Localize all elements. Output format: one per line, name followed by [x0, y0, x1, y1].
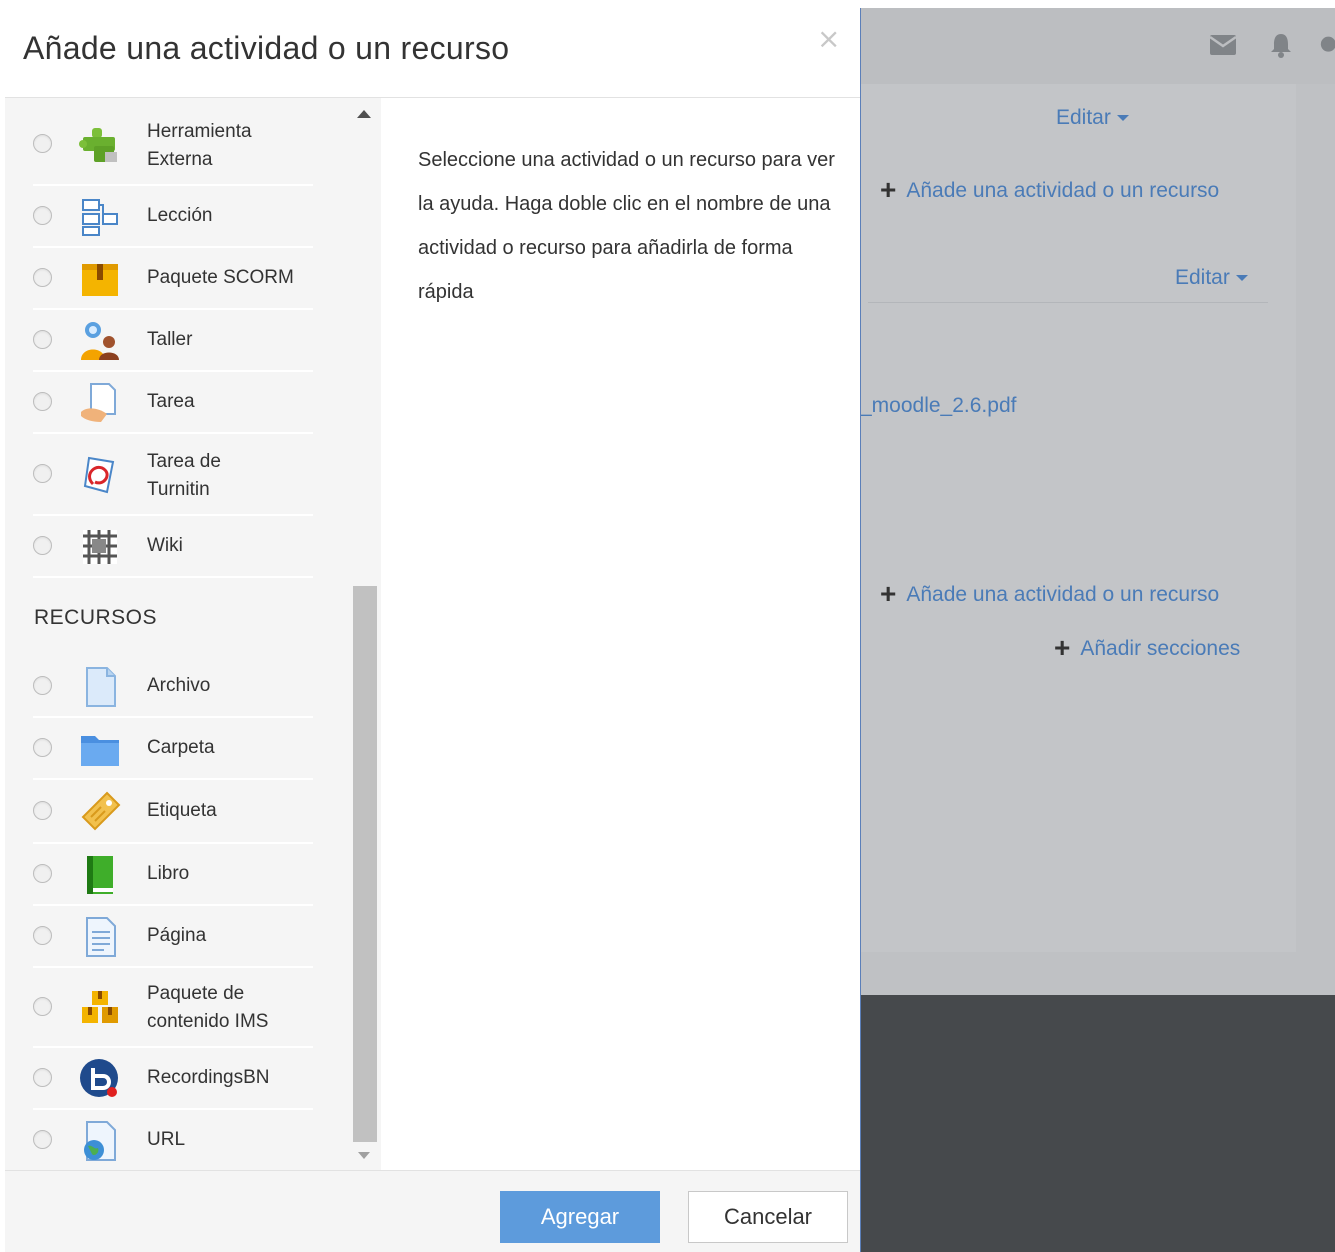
page-icon [79, 916, 121, 958]
radio-button[interactable] [33, 392, 52, 411]
bigbluebutton-icon [79, 1058, 121, 1100]
option-libro[interactable]: Libro [33, 844, 313, 906]
bell-icon[interactable] [1266, 30, 1296, 60]
wiki-icon [79, 526, 121, 568]
scorm-package-icon [79, 258, 121, 300]
close-icon[interactable]: × [817, 22, 840, 55]
option-label: Lección [147, 205, 213, 226]
option-herramienta-externa[interactable]: Herramienta Externa [33, 104, 313, 186]
file-icon [79, 666, 121, 708]
envelope-icon[interactable] [1208, 30, 1238, 60]
option-label: Paquete de contenido IMS [147, 983, 269, 1032]
dialog-title: Añade una actividad o un recurso [23, 30, 510, 66]
option-label: Libro [147, 863, 190, 884]
radio-button[interactable] [33, 801, 52, 820]
puzzle-icon [79, 124, 121, 166]
radio-button[interactable] [33, 1130, 52, 1149]
radio-button[interactable] [33, 864, 52, 883]
chat-bubble-icon[interactable] [1315, 30, 1335, 60]
option-label: Tarea de Turnitin [147, 451, 221, 500]
dialog-header: Añade una actividad o un recurso × [5, 0, 860, 98]
option-label: Paquete SCORM [147, 267, 294, 288]
book-icon [79, 854, 121, 896]
option-label: Wiki [147, 535, 183, 556]
option-paquete-contenido-ims[interactable]: Paquete de contenido IMS [33, 968, 313, 1048]
options-list[interactable]: Herramienta Externa Lección Paquete SCOR… [5, 98, 381, 1170]
lesson-icon [79, 196, 121, 238]
option-carpeta[interactable]: Carpeta [33, 718, 313, 780]
plus-icon: + [880, 578, 897, 609]
option-label: Carpeta [147, 737, 215, 758]
cancel-button[interactable]: Cancelar [688, 1191, 848, 1243]
dialog-footer: Agregar Cancelar [5, 1170, 860, 1252]
page-footer [860, 995, 1335, 1252]
folder-icon [79, 728, 121, 770]
background-page: Editar + Añade una actividad o un recurso… [860, 8, 1335, 1252]
radio-button[interactable] [33, 464, 52, 483]
scroll-down-arrow-icon[interactable] [358, 1152, 370, 1159]
workshop-icon [79, 320, 121, 362]
radio-button[interactable] [33, 1068, 52, 1087]
option-label: URL [147, 1129, 186, 1150]
help-text: Seleccione una actividad o un recurso pa… [418, 149, 835, 303]
radio-button[interactable] [33, 268, 52, 287]
ims-package-icon [79, 987, 121, 1029]
option-paquete-scorm[interactable]: Paquete SCORM [33, 248, 313, 310]
assignment-icon [79, 382, 121, 424]
pdf-file-link[interactable]: _moodle_2.6.pdf [860, 394, 1016, 418]
option-label: Etiqueta [147, 800, 217, 821]
option-tarea[interactable]: Tarea [33, 372, 313, 434]
caret-down-icon [1116, 115, 1129, 122]
option-taller[interactable]: Taller [33, 310, 313, 372]
radio-button[interactable] [33, 330, 52, 349]
radio-button[interactable] [33, 926, 52, 945]
radio-button[interactable] [33, 997, 52, 1016]
option-recordingsbn[interactable]: RecordingsBN [33, 1048, 313, 1110]
scroll-up-arrow-icon[interactable] [357, 110, 371, 118]
url-globe-icon [79, 1120, 121, 1162]
option-url[interactable]: URL [33, 1110, 313, 1170]
label-tag-icon [79, 791, 121, 833]
option-wiki[interactable]: Wiki [33, 516, 313, 578]
edit-menu-2[interactable]: Editar [1175, 266, 1248, 290]
help-panel: Seleccione una actividad o un recurso pa… [381, 98, 860, 1170]
option-label: Herramienta Externa [147, 121, 252, 170]
option-label: Tarea [147, 391, 195, 412]
option-pagina[interactable]: Página [33, 906, 313, 968]
option-etiqueta[interactable]: Etiqueta [33, 780, 313, 844]
top-navbar [860, 8, 1335, 84]
option-label: Archivo [147, 675, 211, 696]
course-content: Editar + Añade una actividad o un recurso… [860, 84, 1296, 952]
radio-button[interactable] [33, 738, 52, 757]
plus-icon: + [880, 174, 897, 205]
scrollbar-thumb[interactable] [353, 586, 377, 1142]
option-leccion[interactable]: Lección [33, 186, 313, 248]
turnitin-icon [79, 454, 121, 496]
add-sections-link[interactable]: + Añadir secciones [1054, 632, 1240, 664]
chooser-dialog: Añade una actividad o un recurso × Herra… [5, 0, 860, 1252]
radio-button[interactable] [33, 676, 52, 695]
resources-heading: RECURSOS [34, 606, 158, 629]
section-divider [868, 302, 1268, 303]
option-label: RecordingsBN [147, 1067, 270, 1088]
radio-button[interactable] [33, 134, 52, 153]
caret-down-icon [1235, 275, 1248, 282]
add-activity-link-2[interactable]: + Añade una actividad o un recurso [880, 578, 1219, 610]
radio-button[interactable] [33, 536, 52, 555]
edit-menu-1[interactable]: Editar [1056, 106, 1129, 130]
option-label: Taller [147, 329, 193, 350]
add-button[interactable]: Agregar [500, 1191, 660, 1243]
option-label: Página [147, 925, 207, 946]
plus-icon: + [1054, 632, 1071, 663]
option-archivo[interactable]: Archivo [33, 656, 313, 718]
radio-button[interactable] [33, 206, 52, 225]
option-tarea-de-turnitin[interactable]: Tarea de Turnitin [33, 434, 313, 516]
add-activity-link-1[interactable]: + Añade una actividad o un recurso [880, 174, 1219, 206]
